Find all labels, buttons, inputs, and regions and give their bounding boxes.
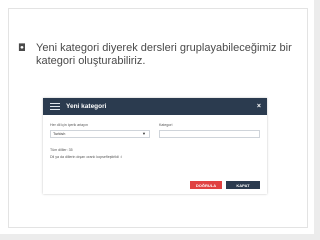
description-text: Dil ya da dillerin dışarı oranlı kopsefl… <box>50 155 122 159</box>
new-category-modal: Yeni kategori × Her dil için içerik aria… <box>43 98 267 194</box>
language-select[interactable]: Turkish ▼ <box>50 130 150 138</box>
confirm-button[interactable]: DOĞRULA <box>190 181 222 189</box>
category-label: Kategori <box>159 123 173 127</box>
all-lessons-text: Tüm dilller: 35 <box>50 148 73 152</box>
close-button[interactable]: KAPAT <box>226 181 260 189</box>
language-select-value: Turkish <box>53 132 66 136</box>
bullet-text: Yeni kategori diyerek dersleri gruplayab… <box>36 42 292 67</box>
menu-icon[interactable] <box>50 103 60 110</box>
bullet-row: ◘ Yeni kategori diyerek dersleri gruplay… <box>18 42 308 68</box>
category-input[interactable] <box>159 130 260 138</box>
modal-header: Yeni kategori × <box>43 98 267 115</box>
modal-title: Yeni kategori <box>66 103 107 110</box>
close-icon[interactable]: × <box>257 103 261 110</box>
modal-body: Her dil için içerik ariayın Kategori Tur… <box>43 115 267 194</box>
language-label: Her dil için içerik ariayın <box>50 123 88 127</box>
bullet-icon: ◘ <box>18 43 26 54</box>
dropdown-caret-icon: ▼ <box>142 131 146 136</box>
